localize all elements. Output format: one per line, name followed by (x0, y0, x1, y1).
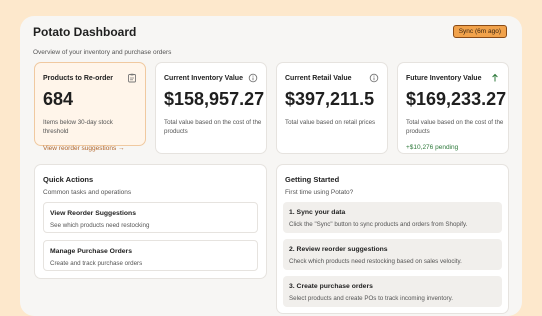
quick-actions-panel: Quick Actions Common tasks and operation… (34, 164, 267, 279)
stat-value: $158,957.27 (164, 89, 265, 109)
step-title: 1. Sync your data (289, 209, 346, 216)
info-icon (248, 73, 258, 83)
step-description: Click the "Sync" button to sync products… (289, 221, 468, 228)
step-title: 3. Create purchase orders (289, 283, 373, 290)
stat-label: Current Inventory Value (164, 75, 243, 82)
stat-label: Current Retail Value (285, 75, 352, 82)
page-title: Potato Dashboard (33, 25, 137, 39)
panel-title: Quick Actions (43, 175, 94, 184)
step-sync-data: 1. Sync your data Click the "Sync" butto… (283, 202, 502, 233)
stat-description: Items below 30-day stock threshold (43, 119, 113, 135)
step-description: Check which products need restocking bas… (289, 258, 462, 265)
stat-card-future-value: Future Inventory Value $169,233.27 Total… (397, 62, 509, 154)
info-icon (369, 73, 379, 83)
sync-button[interactable]: Sync (6m ago) (452, 25, 507, 38)
stat-label: Future Inventory Value (406, 75, 482, 82)
stat-card-retail-value: Current Retail Value $397,211.5 Total va… (276, 62, 388, 154)
action-description: See which products need restocking (50, 222, 150, 229)
manage-purchase-orders-button[interactable]: Manage Purchase Orders Create and track … (43, 240, 258, 271)
view-reorder-suggestions-button[interactable]: View Reorder Suggestions See which produ… (43, 202, 258, 233)
panel-title: Getting Started (285, 175, 340, 184)
panel-subtitle: Common tasks and operations (43, 189, 132, 196)
step-review-reorder: 2. Review reorder suggestions Check whic… (283, 239, 502, 270)
stat-card-reorder: Products to Re-order 684 Items below 30-… (34, 62, 146, 152)
action-description: Create and track purchase orders (50, 260, 143, 267)
stat-description: Total value based on retail prices (285, 119, 376, 126)
stat-value: 684 (43, 89, 74, 109)
getting-started-panel: Getting Started First time using Potato?… (276, 164, 509, 314)
panel-subtitle: First time using Potato? (285, 189, 354, 196)
step-create-purchase-orders: 3. Create purchase orders Select product… (283, 276, 502, 307)
page-subtitle: Overview of your inventory and purchase … (33, 49, 172, 56)
page-header: Potato Dashboard Overview of your invent… (33, 25, 507, 61)
stat-description: Total value based on the cost of the pro… (406, 119, 504, 135)
stat-label: Products to Re-order (43, 75, 114, 82)
clipboard-icon (128, 73, 136, 83)
dashboard-app: Potato Dashboard Overview of your invent… (20, 16, 522, 316)
step-description: Select products and create POs to track … (289, 295, 453, 302)
stat-value: $397,211.5 (285, 89, 375, 109)
stat-description: Total value based on the cost of the pro… (164, 119, 262, 135)
stat-card-inventory-value: Current Inventory Value $158,957.27 Tota… (155, 62, 267, 154)
step-title: 2. Review reorder suggestions (289, 246, 388, 253)
pending-value: +$10,276 pending (406, 144, 459, 151)
view-reorder-suggestions-link[interactable]: View reorder suggestions → (43, 145, 125, 152)
arrow-up-icon (492, 73, 498, 82)
action-title: View Reorder Suggestions (50, 210, 136, 217)
stat-value: $169,233.27 (406, 89, 507, 109)
action-title: Manage Purchase Orders (50, 248, 132, 255)
